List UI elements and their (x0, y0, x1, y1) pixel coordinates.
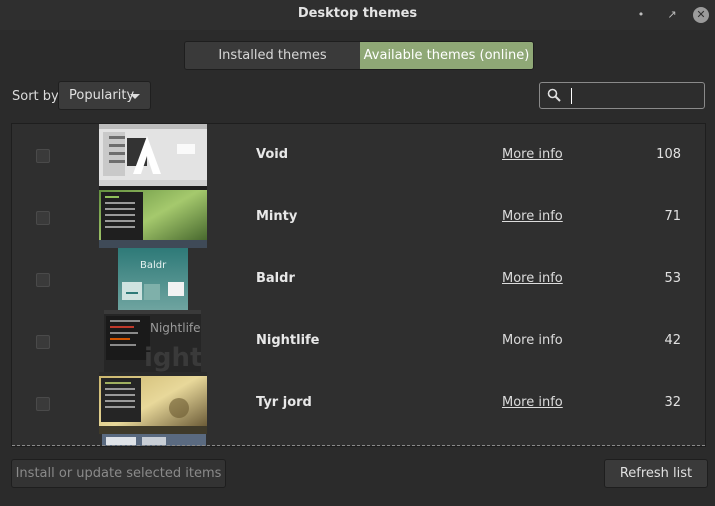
select-checkbox[interactable] (36, 149, 50, 163)
theme-thumbnail: Nightlife ightl (104, 310, 201, 372)
select-checkbox[interactable] (36, 335, 50, 349)
text-cursor (571, 88, 572, 104)
window-title: Desktop themes (297, 6, 418, 21)
title-bar: Desktop themes • ↗ ✕ (0, 0, 715, 30)
more-info-link[interactable]: More info (502, 395, 563, 410)
list-scroll-edge (12, 445, 705, 446)
chevron-down-icon (130, 94, 140, 99)
theme-score: 108 (656, 147, 681, 162)
svg-text:Baldr: Baldr (140, 260, 167, 271)
theme-name: Void (256, 147, 289, 162)
theme-name: Minty (256, 209, 298, 224)
sort-by-label: Sort by (12, 89, 59, 104)
theme-name: Baldr (256, 271, 295, 286)
refresh-list-button[interactable]: Refresh list (604, 459, 708, 488)
select-checkbox[interactable] (36, 273, 50, 287)
list-item[interactable]: Minty More info 71 (12, 186, 705, 248)
sort-dropdown-value: Popularity (69, 88, 135, 103)
theme-score: 32 (664, 395, 681, 410)
list-item[interactable]: Baldr Baldr More info 53 (12, 248, 705, 310)
themes-list[interactable]: Void More info 108 Minty More info 71 Ba… (11, 123, 706, 447)
more-info-link[interactable]: More info (502, 271, 563, 286)
minimize-icon[interactable]: • (633, 7, 649, 23)
install-update-button[interactable]: Install or update selected items (11, 459, 226, 488)
more-info-link[interactable]: More info (502, 209, 563, 224)
search-input[interactable] (539, 82, 705, 109)
sort-dropdown[interactable]: Popularity (58, 81, 151, 110)
more-info-link[interactable]: More info (502, 333, 563, 348)
select-checkbox[interactable] (36, 211, 50, 225)
theme-score: 53 (664, 271, 681, 286)
theme-score: 42 (664, 333, 681, 348)
theme-thumbnail: Baldr (118, 248, 188, 310)
svg-text:Nightlife: Nightlife (150, 321, 201, 335)
select-checkbox[interactable] (36, 397, 50, 411)
theme-score: 71 (664, 209, 681, 224)
tab-available-themes[interactable]: Available themes (online) (360, 42, 533, 69)
theme-thumbnail (99, 124, 207, 186)
theme-thumbnail (99, 186, 207, 248)
theme-name: Nightlife (256, 333, 320, 348)
theme-tabs: Installed themes Available themes (onlin… (184, 41, 534, 70)
more-info-link[interactable]: More info (502, 147, 563, 162)
theme-thumbnail (99, 372, 207, 434)
tab-installed-themes[interactable]: Installed themes (185, 42, 360, 69)
maximize-icon[interactable]: ↗ (664, 7, 680, 23)
svg-text:ightl: ightl (144, 343, 201, 372)
search-icon (547, 88, 561, 102)
close-icon[interactable]: ✕ (693, 7, 709, 23)
list-item[interactable]: Tyr jord More info 32 (12, 372, 705, 434)
theme-name: Tyr jord (256, 395, 312, 410)
list-item[interactable]: Void More info 108 (12, 124, 705, 186)
list-item[interactable]: Nightlife ightl Nightlife More info 42 (12, 310, 705, 372)
